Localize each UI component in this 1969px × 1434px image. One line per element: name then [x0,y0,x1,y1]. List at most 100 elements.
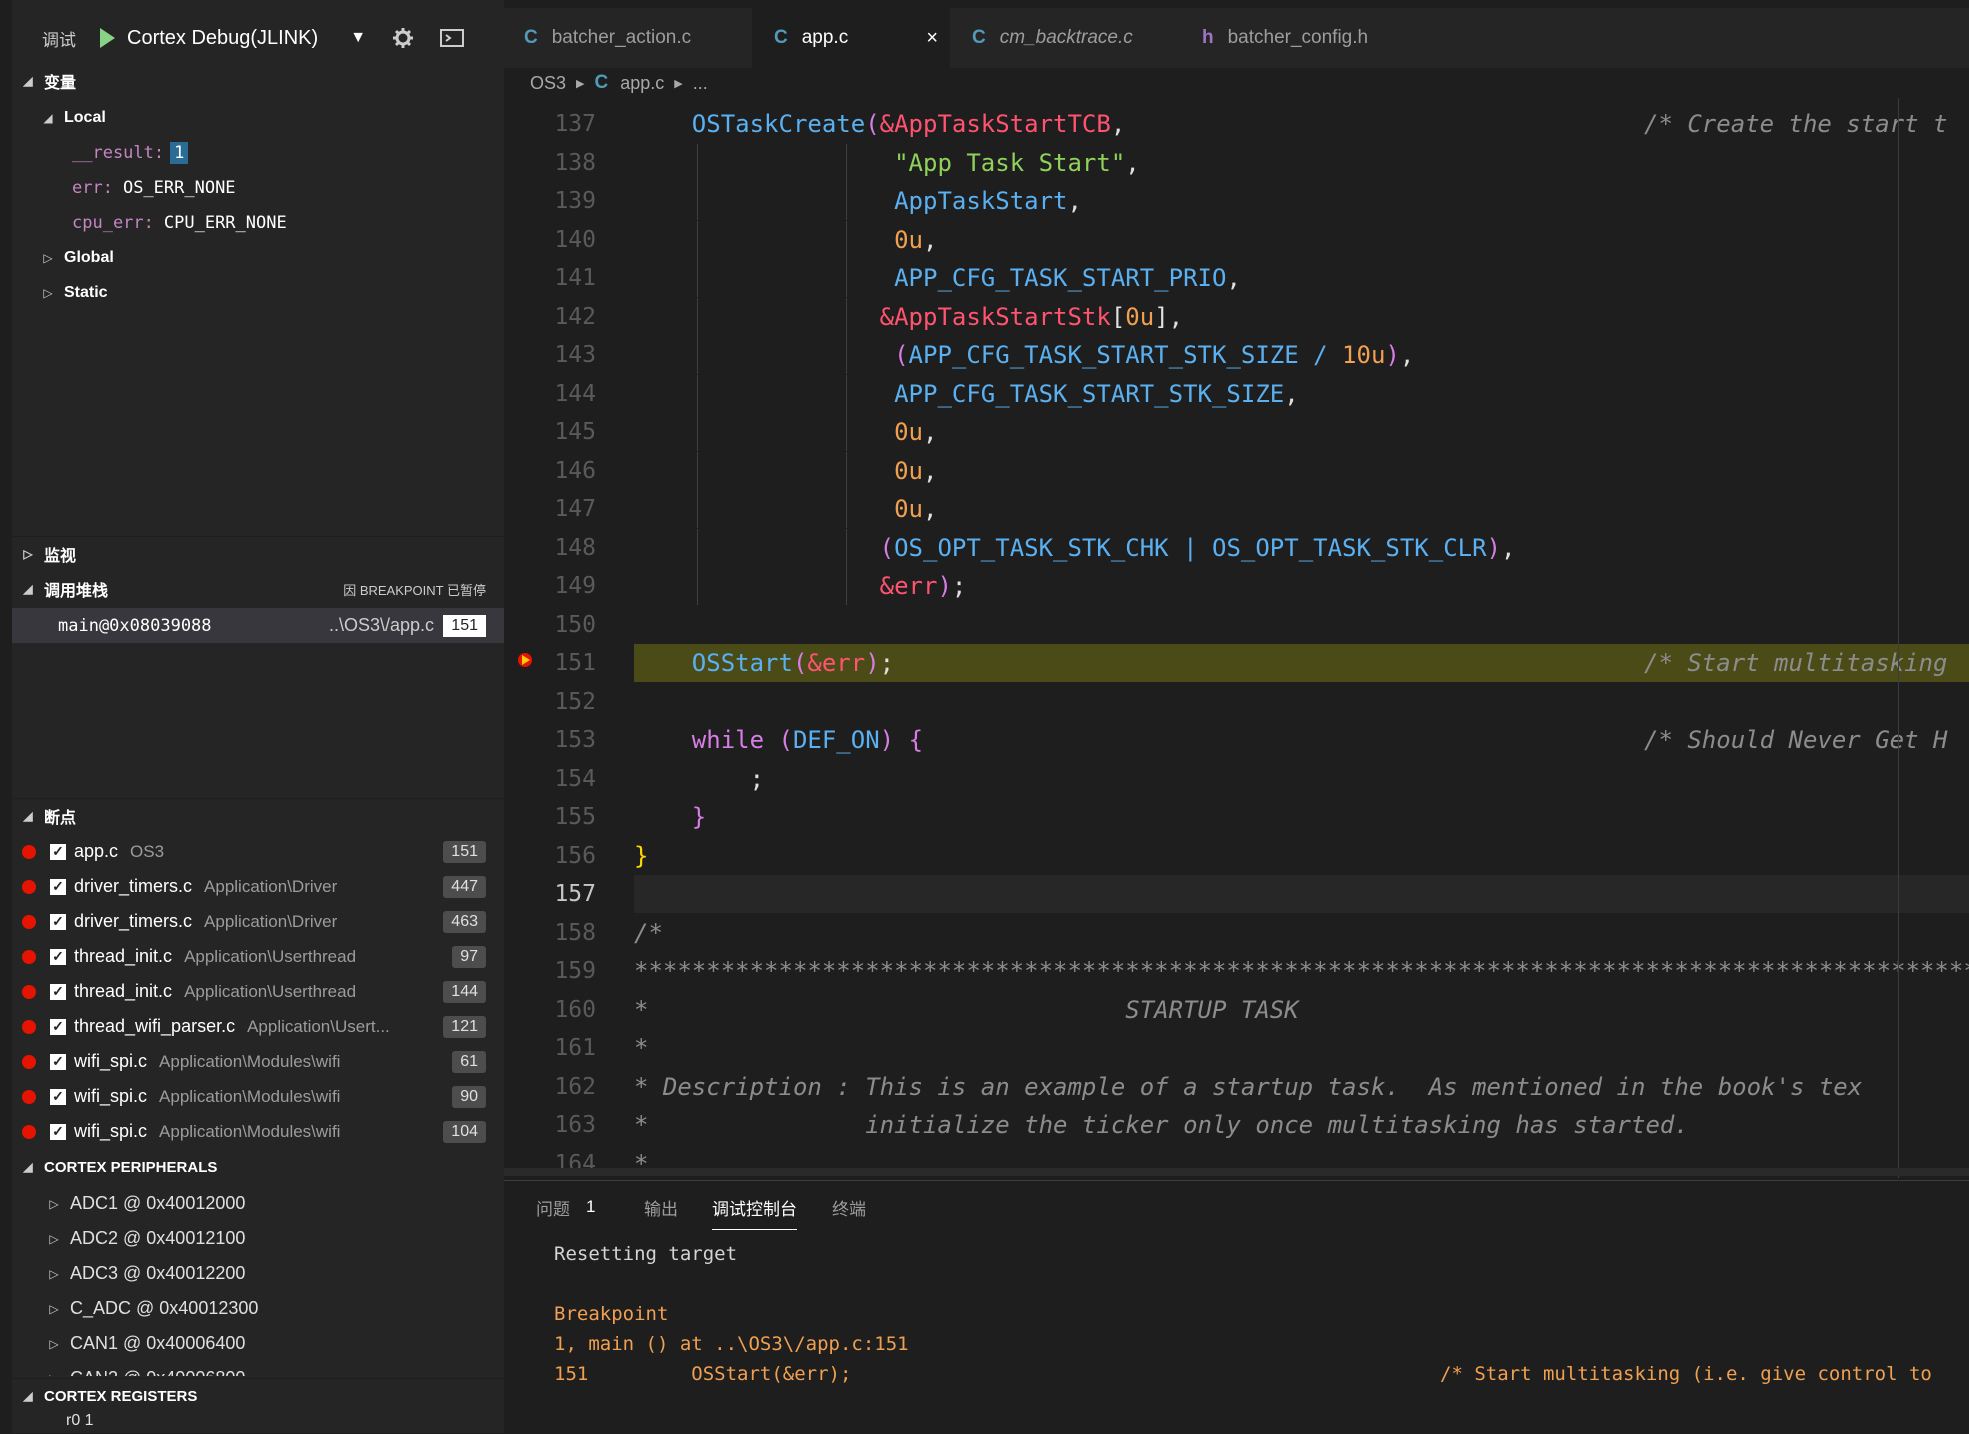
code-line[interactable]: &err); [634,567,1969,605]
code-line[interactable] [634,875,1969,913]
breakpoint-dot-icon[interactable] [22,879,36,894]
checkbox-icon[interactable]: ✓ [50,878,66,895]
horizontal-scrollbar[interactable] [504,1168,1969,1176]
peripheral-item[interactable]: ▷ CAN1 @ 0x40006400 [12,1326,504,1361]
checkbox-icon[interactable]: ✓ [50,843,66,860]
static-scope[interactable]: ▷ Static [12,275,504,310]
watch-section-header[interactable]: ▷ 监视 [12,536,504,571]
breakpoint-dot-icon[interactable] [22,984,36,999]
checkbox-icon[interactable]: ✓ [50,1018,66,1035]
code-line[interactable]: /* [634,914,1969,952]
code-line[interactable]: 0u, [634,490,1969,528]
breakpoint-item[interactable]: ✓ wifi_spi.c Application\Modules\wifi 104 [12,1114,504,1149]
gear-icon[interactable] [392,27,414,49]
tab-problems[interactable]: 问题 1 [536,1181,595,1233]
tab-batcher-config[interactable]: h batcher_config.h [1180,8,1425,68]
breakpoint-line-badge: 97 [452,945,486,968]
chevron-down-icon[interactable]: ▼ [350,29,366,47]
breakpoint-dot-icon[interactable] [22,844,36,859]
code-line[interactable]: (APP_CFG_TASK_START_STK_SIZE / 10u), [634,336,1969,374]
register-row[interactable]: r0 1 [12,1412,504,1433]
breakpoint-item[interactable]: ✓ driver_timers.c Application\Driver 463 [12,904,504,939]
section-title: CORTEX REGISTERS [44,1387,198,1405]
code-line[interactable]: * Description : This is an example of a … [634,1068,1969,1106]
tab-batcher-action[interactable]: C batcher_action.c [504,8,752,68]
code-line[interactable]: OSTaskCreate(&AppTaskStartTCB,/* Create … [634,105,1969,143]
breakpoint-current-icon[interactable] [516,651,534,669]
code-line[interactable]: &AppTaskStartStk[0u], [634,298,1969,336]
breakpoint-item[interactable]: ✓ wifi_spi.c Application\Modules\wifi 90 [12,1079,504,1114]
code-line[interactable]: 0u, [634,413,1969,451]
global-scope[interactable]: ▷ Global [12,240,504,275]
breakpoint-item[interactable]: ✓ thread_init.c Application\Userthread 144 [12,974,504,1009]
breakpoint-dot-icon[interactable] [22,1124,36,1139]
tab-app-c[interactable]: C app.c × [752,8,950,68]
code-editor[interactable]: OSTaskCreate(&AppTaskStartTCB,/* Create … [634,105,1969,1175]
variable-row[interactable]: cpu_err: CPU_ERR_NONE [12,205,564,240]
peripheral-item[interactable]: ▷ ADC3 @ 0x40012200 [12,1256,504,1291]
breakpoint-item[interactable]: ✓ app.c OS3 151 [12,834,504,869]
code-line[interactable]: ; [634,760,1969,798]
breakpoint-item[interactable]: ✓ thread_wifi_parser.c Application\Usert..… [12,1009,504,1044]
code-line[interactable] [634,683,1969,721]
terminal-icon[interactable] [440,28,465,48]
stack-frame[interactable]: main@0x08039088 ..\OS3\/app.c 151 [12,608,504,643]
breakpoint-dot-icon[interactable] [22,914,36,929]
checkbox-icon[interactable]: ✓ [50,948,66,965]
checkbox-icon[interactable]: ✓ [50,913,66,930]
checkbox-icon[interactable]: ✓ [50,1123,66,1140]
peripheral-item[interactable]: ▷ ADC1 @ 0x40012000 [12,1186,504,1221]
code-line[interactable]: (OS_OPT_TASK_STK_CHK | OS_OPT_TASK_STK_C… [634,529,1969,567]
peripheral-item[interactable]: ▷ CAN2 @ 0x40006800 [12,1361,504,1376]
breadcrumb-file[interactable]: app.c [620,73,664,94]
code-line[interactable]: ****************************************… [634,952,1969,990]
variables-section-header[interactable]: ◢ 变量 [12,64,504,98]
code-line[interactable]: APP_CFG_TASK_START_PRIO, [634,259,1969,297]
close-icon[interactable]: × [926,27,938,50]
registers-section-header[interactable]: ◢ CORTEX REGISTERS [12,1378,504,1413]
code-line[interactable]: } [634,798,1969,836]
code-line[interactable]: 0u, [634,452,1969,490]
start-debugging-icon[interactable] [100,28,115,48]
code-line[interactable]: while (DEF_ON) {/* Should Never Get H [634,721,1969,759]
breakpoint-item[interactable]: ✓ wifi_spi.c Application\Modules\wifi 61 [12,1044,504,1079]
indent-guide [846,452,847,490]
breakpoint-dot-icon[interactable] [22,1054,36,1069]
code-line[interactable]: } [634,837,1969,875]
variable-row[interactable]: err: OS_ERR_NONE [12,170,564,205]
tab-output[interactable]: 输出 [644,1181,678,1233]
line-number-gutter[interactable]: 137 138 139 140 141 142 143 144 145 146 147 148 149 1… [504,105,634,1177]
checkbox-icon[interactable]: ✓ [50,1053,66,1070]
breakpoints-section-header[interactable]: ◢ 断点 [12,798,504,833]
checkbox-icon[interactable]: ✓ [50,983,66,1000]
code-line[interactable]: APP_CFG_TASK_START_STK_SIZE, [634,375,1969,413]
code-line[interactable]: "App Task Start", [634,144,1969,182]
code-line[interactable]: AppTaskStart, [634,182,1969,220]
code-line[interactable]: * [634,1029,1969,1067]
breakpoint-dot-icon[interactable] [22,1089,36,1104]
tab-terminal[interactable]: 终端 [832,1181,866,1233]
peripherals-section-header[interactable]: ◢ CORTEX PERIPHERALS [12,1150,504,1184]
code-line[interactable]: * initialize the ticker only once multit… [634,1106,1969,1144]
breakpoint-item[interactable]: ✓ thread_init.c Application\Userthread 97 [12,939,504,974]
debug-config-select[interactable]: Cortex Debug(JLINK) [127,27,318,50]
code-line[interactable]: 0u, [634,221,1969,259]
breakpoint-dot-icon[interactable] [22,949,36,964]
code-line[interactable] [634,606,1969,644]
breakpoint-dot-icon[interactable] [22,1019,36,1034]
variable-row[interactable]: __result: 1 [12,135,564,170]
local-scope[interactable]: ◢ Local [12,100,504,135]
variable-value[interactable]: 1 [170,141,189,164]
tab-cm-backtrace[interactable]: C cm_backtrace.c [950,8,1180,68]
indent-guide [697,567,698,605]
checkbox-icon[interactable]: ✓ [50,1088,66,1105]
breakpoint-item[interactable]: ✓ driver_timers.c Application\Driver 447 [12,869,504,904]
peripheral-item[interactable]: ▷ ADC2 @ 0x40012100 [12,1221,504,1256]
code-line[interactable]: OSStart(&err);/* Start multitasking [634,644,1969,682]
call-stack-section-header[interactable]: ◢ 调用堆栈 因 BREAKPOINT 已暂停 [12,572,504,606]
breadcrumb-folder[interactable]: OS3 [530,73,566,94]
breadcrumb-more[interactable]: ... [693,73,708,94]
peripheral-item[interactable]: ▷ C_ADC @ 0x40012300 [12,1291,504,1326]
code-line[interactable]: * STARTUP TASK [634,991,1969,1029]
tab-debug-console[interactable]: 调试控制台 [712,1185,797,1230]
